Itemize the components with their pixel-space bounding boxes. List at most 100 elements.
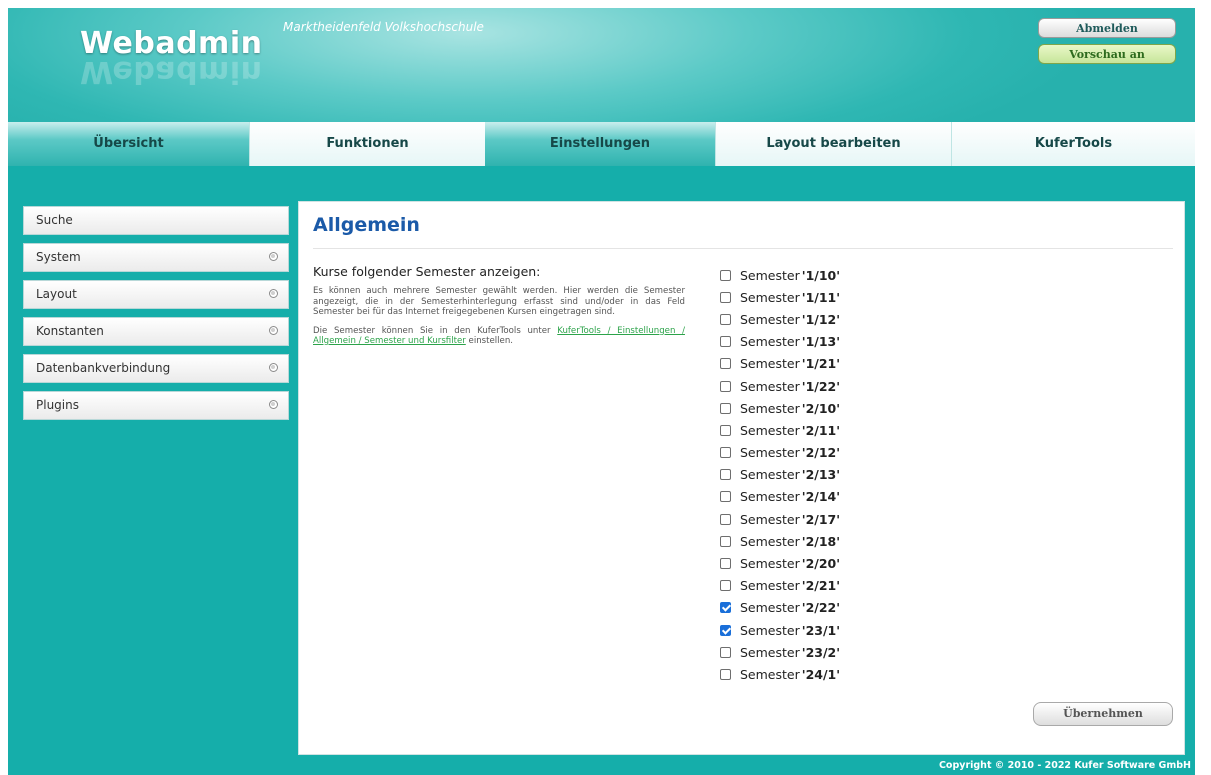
semester-label: Semester [740,289,800,305]
semester-option[interactable]: Semester '1/12' [720,308,840,330]
logout-button[interactable]: Abmelden [1038,18,1176,38]
section-heading: Kurse folgender Semester anzeigen: [313,264,541,279]
semester-label: Semester [740,422,800,438]
semester-checkbox[interactable] [720,291,731,303]
semester-label: Semester [740,666,800,682]
semester-option[interactable]: Semester '1/11' [720,286,840,308]
tab-kufertools[interactable]: KuferTools [951,122,1195,166]
semester-checkbox[interactable] [720,380,731,392]
semester-checkbox[interactable] [720,602,731,614]
copyright-text: Copyright © 2010 - 2022 Kufer Software G… [938,760,1191,771]
semester-option[interactable]: Semester '2/11' [720,419,840,441]
semester-checkbox[interactable] [720,424,731,436]
semester-code: '1/21' [801,356,841,372]
semester-checkbox[interactable] [720,668,731,680]
tab-einstellungen[interactable]: Einstellungen [485,122,715,166]
semester-checkbox[interactable] [720,402,731,414]
semester-checkbox[interactable] [720,535,731,547]
semester-option[interactable]: Semester '24/1' [720,663,840,685]
semester-code: '2/12' [801,445,841,461]
semester-label: Semester [740,311,800,327]
semester-checkbox[interactable] [720,313,731,325]
semester-label: Semester [740,400,800,416]
semester-checkbox[interactable] [720,646,731,658]
sidebar-item-plugins[interactable]: Plugins [23,391,289,420]
expand-icon[interactable] [269,326,278,335]
semester-checkbox[interactable] [720,580,731,592]
semester-code: '2/14' [801,489,841,505]
semester-option[interactable]: Semester '2/20' [720,552,840,574]
sidebar-item-suche[interactable]: Suche [23,206,289,235]
semester-checkbox[interactable] [720,558,731,570]
semester-code: '1/12' [801,311,841,327]
header: Webadmin Webadmin Marktheidenfeld Volksh… [8,8,1195,123]
semester-option[interactable]: Semester '23/1' [720,619,840,641]
semester-label: Semester [740,356,800,372]
description-suffix: einstellen. [465,336,514,346]
semester-code: '2/17' [801,511,841,527]
semester-checkbox[interactable] [720,624,731,636]
semester-option[interactable]: Semester '1/13' [720,331,840,353]
sidebar-item-label: Plugins [36,398,79,412]
semester-code: '2/13' [801,467,841,483]
description-text: Es können auch mehrere Semester gewählt … [313,286,685,317]
semester-checkbox-list: Semester '1/10' Semester '1/11' Semester '1/1… [720,264,840,686]
semester-checkbox[interactable] [720,358,731,370]
semester-code: '2/11' [801,422,841,438]
semester-option[interactable]: Semester '1/22' [720,375,840,397]
semester-option[interactable]: Semester '2/13' [720,464,840,486]
sidebar: Suche System Layout Konstanten Datenbank… [23,206,289,428]
semester-option[interactable]: Semester '2/10' [720,397,840,419]
semester-label: Semester [740,556,800,572]
semester-code: '23/2' [801,644,841,660]
logo-reflection: Webadmin [80,54,263,89]
semester-label: Semester [740,644,800,660]
sidebar-item-label: Konstanten [36,324,104,338]
apply-button[interactable]: Übernehmen [1033,702,1173,726]
semester-checkbox[interactable] [720,469,731,481]
semester-option[interactable]: Semester '2/18' [720,530,840,552]
sidebar-item-system[interactable]: System [23,243,289,272]
semester-code: '2/20' [801,556,841,572]
preview-toggle-button[interactable]: Vorschau an [1038,44,1176,64]
semester-label: Semester [740,600,800,616]
semester-option[interactable]: Semester '2/21' [720,575,840,597]
semester-label: Semester [740,489,800,505]
semester-label: Semester [740,578,800,594]
semester-code: '2/10' [801,400,841,416]
semester-checkbox[interactable] [720,447,731,459]
semester-option[interactable]: Semester '23/2' [720,641,840,663]
semester-code: '1/10' [801,267,841,283]
semester-option[interactable]: Semester '2/17' [720,508,840,530]
tab-uebersicht[interactable]: Übersicht [8,122,249,166]
semester-option[interactable]: Semester '2/22' [720,597,840,619]
expand-icon[interactable] [269,400,278,409]
semester-option[interactable]: Semester '2/12' [720,442,840,464]
semester-checkbox[interactable] [720,336,731,348]
expand-icon[interactable] [269,289,278,298]
semester-label: Semester [740,622,800,638]
tab-funktionen[interactable]: Funktionen [249,122,485,166]
webadmin-frame: Webadmin Webadmin Marktheidenfeld Volksh… [8,8,1195,775]
semester-code: '2/22' [801,600,841,616]
semester-code: '2/18' [801,533,841,549]
semester-checkbox[interactable] [720,513,731,525]
semester-checkbox[interactable] [720,269,731,281]
expand-icon[interactable] [269,252,278,261]
semester-code: '1/13' [801,334,841,350]
semester-option[interactable]: Semester '1/21' [720,353,840,375]
sidebar-item-label: Suche [36,213,73,227]
content-panel: Allgemein Kurse folgender Semester anzei… [298,201,1185,755]
semester-code: '1/11' [801,289,841,305]
semester-checkbox[interactable] [720,491,731,503]
semester-label: Semester [740,267,800,283]
sidebar-item-datenbankverbindung[interactable]: Datenbankverbindung [23,354,289,383]
semester-option[interactable]: Semester '1/10' [720,264,840,286]
tab-layout-bearbeiten[interactable]: Layout bearbeiten [715,122,951,166]
sidebar-item-konstanten[interactable]: Konstanten [23,317,289,346]
main-navigation: Übersicht Funktionen Einstellungen Layou… [8,122,1195,166]
expand-icon[interactable] [269,363,278,372]
description-prefix: Die Semester können Sie in den KuferTool… [313,325,558,336]
semester-option[interactable]: Semester '2/14' [720,486,840,508]
sidebar-item-layout[interactable]: Layout [23,280,289,309]
